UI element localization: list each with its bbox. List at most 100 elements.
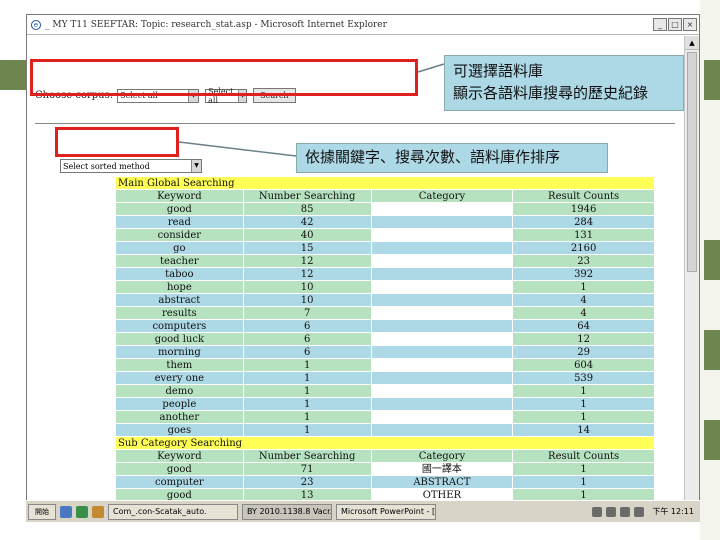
close-button[interactable]: × [683,18,697,31]
column-header[interactable]: Category [370,189,514,203]
table-cell: morning [115,345,244,359]
table-row: morning 6 29 [115,345,655,359]
table-cell: 539 [512,371,655,385]
ime-icon[interactable] [634,506,645,517]
minimize-button[interactable]: _ [653,18,667,31]
table-row: goes 1 14 [115,423,655,437]
start-button[interactable]: 開始 [28,503,56,520]
column-header[interactable]: Result Counts [512,449,655,463]
table-row: good luck 6 12 [115,332,655,346]
table-row: people 1 1 [115,397,655,411]
network-icon[interactable] [606,506,617,517]
table-header-row: Keyword Number Searching Category Result Co… [115,189,655,203]
taskbar-task[interactable]: BY 2010.1138.8 Vacr.. [242,503,332,520]
chevron-down-icon: ▼ [191,160,201,172]
section-title: Sub Category Searching [115,436,655,450]
table-cell: every one [115,371,244,385]
table-cell: them [115,358,244,372]
scroll-thumb[interactable] [687,52,697,272]
table-row: hope 10 1 [115,280,655,294]
table-cell: good [115,202,244,216]
table-cell: 1 [512,462,655,476]
column-header[interactable]: Number Searching [242,189,372,203]
table-cell [370,332,514,346]
table-cell [370,254,514,268]
column-header[interactable]: Category [370,449,514,463]
table-cell: 1 [242,423,372,437]
column-header[interactable]: Result Counts [512,189,655,203]
table-cell [370,241,514,255]
ie-quicklaunch-icon[interactable] [60,505,72,518]
table-cell: people [115,397,244,411]
taskbar-task[interactable]: Com_.con-Scatak_auto. [108,503,238,520]
table-cell: 1 [512,397,655,411]
desktop-quicklaunch-icon[interactable] [76,505,88,518]
table-cell: teacher [115,254,244,268]
table-cell [370,228,514,242]
table-cell: 392 [512,267,655,281]
table-cell: 12 [512,332,655,346]
slide-decoration-left [0,60,26,90]
column-header[interactable]: Keyword [115,449,244,463]
table-cell: go [115,241,244,255]
table-cell: 6 [242,345,372,359]
table-row: consider 40 131 [115,228,655,242]
table-cell: 131 [512,228,655,242]
table-cell: 6 [242,319,372,333]
table-cell: good luck [115,332,244,346]
table-cell: 6 [242,332,372,346]
decoration-square [704,60,720,100]
table-cell [370,319,514,333]
table-cell: abstract [115,293,244,307]
search-history-table: Main Global Searching Keyword Number Searc… [115,176,655,521]
printer-icon[interactable] [592,506,603,517]
table-cell: 4 [512,293,655,307]
table-cell [370,358,514,372]
table-cell: 42 [242,215,372,229]
section-title: Main Global Searching [115,176,655,190]
table-row: good 85 1946 [115,202,655,216]
table-cell: 23 [242,475,372,489]
maximize-button[interactable]: □ [668,18,682,31]
table-cell: 國一譯本 [370,462,514,476]
table-row: demo 1 1 [115,384,655,398]
window-title: _ MY T11 SEEFTAR: Topic: research_stat.a… [45,19,387,30]
media-quicklaunch-icon[interactable] [92,505,104,518]
sort-method-value: Select sorted method [63,161,150,171]
table-cell: 10 [242,293,372,307]
table-cell: 23 [512,254,655,268]
table-cell: ABSTRACT [370,475,514,489]
vertical-scrollbar[interactable]: ▲ ▼ [684,36,699,521]
table-cell: 1 [512,475,655,489]
decoration-square [704,240,720,280]
sort-callout: 依據關鍵字、搜尋次數、語料庫作排序 [296,143,608,173]
table-row: go 15 2160 [115,241,655,255]
table-cell [370,215,514,229]
table-row: results 7 4 [115,306,655,320]
section-title-row: Sub Category Searching [115,436,655,450]
sort-method-select[interactable]: Select sorted method ▼ [60,159,202,173]
table-row: teacher 12 23 [115,254,655,268]
taskbar-task[interactable]: Microsoft PowerPoint - [C... [336,503,436,520]
table-row: them 1 604 [115,358,655,372]
table-cell: 12 [242,254,372,268]
table-row: good 71 國一譯本 1 [115,462,655,476]
table-cell: 7 [242,306,372,320]
table-cell: 15 [242,241,372,255]
table-cell [370,280,514,294]
table-cell: 1 [242,371,372,385]
table-cell: 12 [242,267,372,281]
column-header[interactable]: Keyword [115,189,244,203]
table-cell: demo [115,384,244,398]
corpus-callout-line1: 可選擇語料庫 [453,62,544,80]
section-title-row: Main Global Searching [115,176,655,190]
scroll-up-icon[interactable]: ▲ [685,36,699,50]
table-cell: good [115,462,244,476]
divider [35,123,675,124]
table-cell: 1 [512,280,655,294]
table-cell: 29 [512,345,655,359]
column-header[interactable]: Number Searching [242,449,372,463]
table-cell: 85 [242,202,372,216]
volume-icon[interactable] [620,506,631,517]
table-cell [370,202,514,216]
